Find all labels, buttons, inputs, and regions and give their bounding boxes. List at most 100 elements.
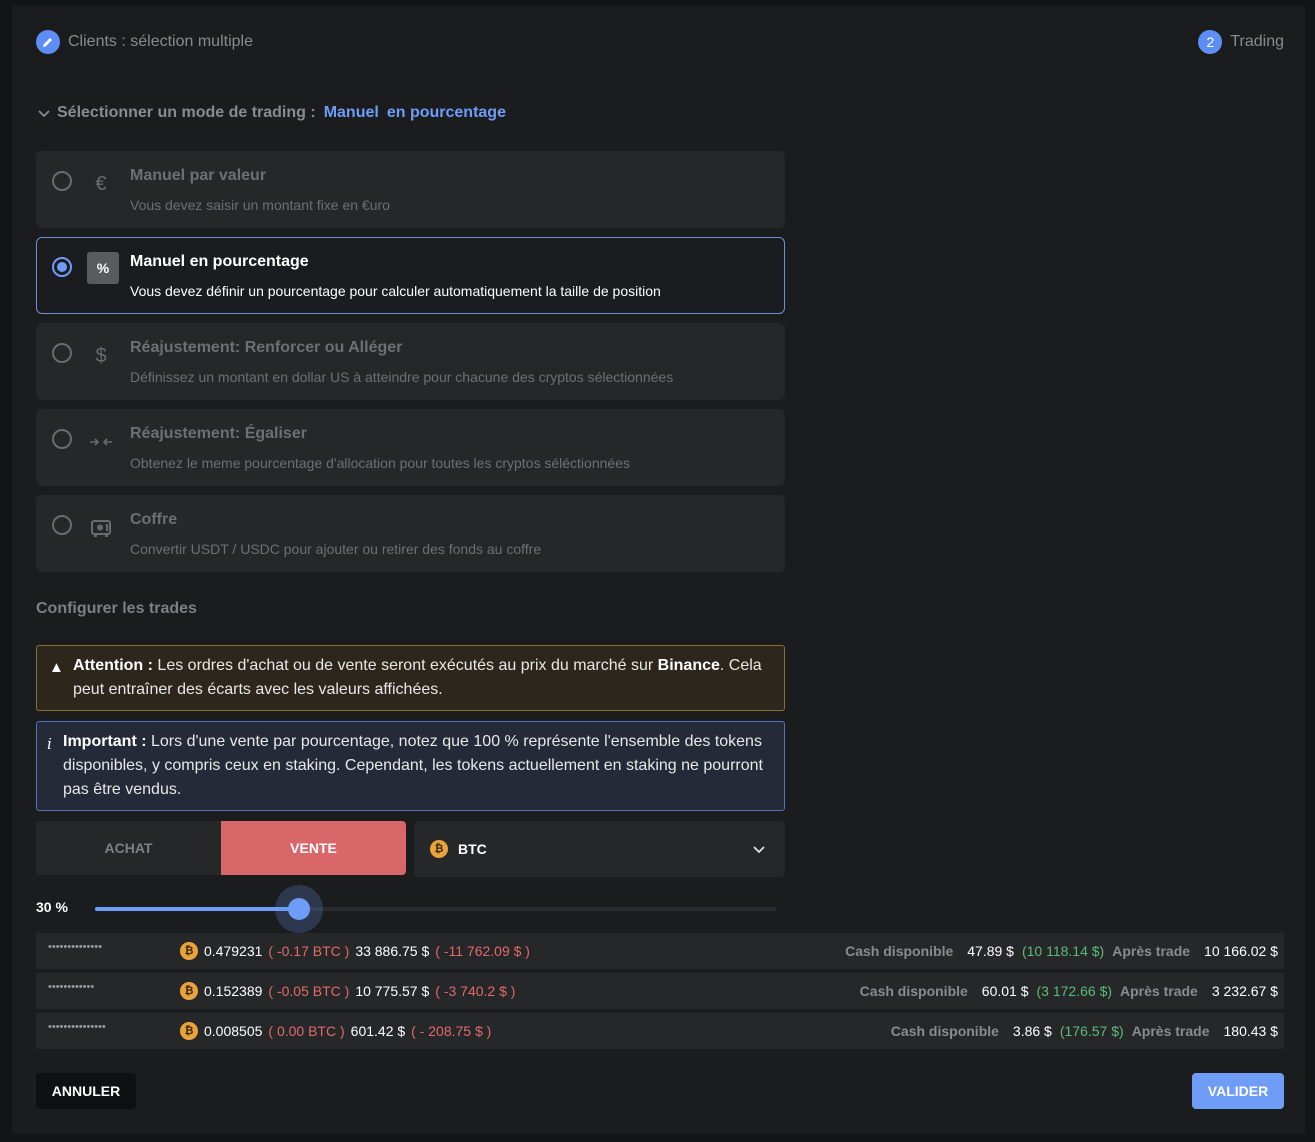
cash-info: Cash disponible 60.01 $ (3 172.66 $) Apr… — [860, 983, 1278, 999]
after-trade-label: Après trade — [1120, 983, 1198, 999]
option-rebalance-reinforce[interactable]: $ Réajustement: Renforcer ou Alléger Déf… — [36, 323, 785, 400]
position-info: ₿ 0.152389 ( -0.05 BTC ) 10 775.57 $ ( -… — [180, 982, 515, 1000]
step-clients[interactable]: Clients : sélection multiple — [36, 30, 253, 54]
sell-tab[interactable]: VENTE — [221, 821, 406, 875]
radio-button[interactable] — [52, 257, 72, 277]
quantity: 0.152389 — [204, 983, 263, 999]
value-delta: ( - 208.75 $ ) — [411, 1023, 492, 1039]
dollar-icon: $ — [95, 344, 107, 367]
cash-label: Cash disponible — [859, 983, 968, 999]
cash-delta: (3 172.66 $) — [1036, 983, 1113, 999]
cash-info: Cash disponible 47.89 $ (10 118.14 $) Ap… — [845, 943, 1278, 959]
option-desc: Définissez un montant en dollar US à att… — [130, 369, 674, 385]
info-text: Lors d'une vente par pourcentage, notez … — [63, 733, 763, 798]
warning-label: Attention : — [73, 657, 153, 674]
cash-info: Cash disponible 3.86 $ (176.57 $) Après … — [891, 1023, 1278, 1039]
after-trade-value: 10 166.02 $ — [1204, 943, 1278, 959]
option-title: Coffre — [130, 511, 178, 528]
selected-mode-b: en pourcentage — [386, 104, 506, 121]
table-row: •••••••••••••• ₿ 0.479231 ( -0.17 BTC ) … — [36, 933, 1284, 969]
after-trade-label: Après trade — [1131, 1023, 1210, 1039]
option-desc: Obtenez le meme pourcentage d'allocation… — [130, 455, 630, 471]
step-trading: 2 Trading — [1198, 30, 1284, 54]
exchange-name: Binance — [657, 657, 720, 674]
cash-value: 47.89 $ — [967, 943, 1014, 959]
option-title: Réajustement: Égaliser — [130, 425, 307, 442]
position-value: 33 886.75 $ — [355, 943, 430, 959]
table-row: •••••••••••• ₿ 0.152389 ( -0.05 BTC ) 10… — [36, 973, 1284, 1009]
radio-button[interactable] — [52, 343, 72, 363]
after-trade-value: 3 232.67 $ — [1211, 983, 1278, 999]
radio-button[interactable] — [52, 429, 72, 449]
client-name: •••••••••••• — [48, 981, 95, 993]
cash-delta: (10 118.14 $) — [1021, 943, 1105, 959]
quantity-delta: ( 0.00 BTC ) — [268, 1023, 345, 1039]
after-trade-label: Après trade — [1112, 943, 1191, 959]
pencil-icon — [36, 30, 60, 54]
client-name: •••••••••••••• — [48, 941, 102, 953]
position-info: ₿ 0.479231 ( -0.17 BTC ) 33 886.75 $ ( -… — [180, 942, 530, 960]
section-title: Configurer les trades — [36, 600, 197, 617]
bitcoin-icon: ₿ — [180, 942, 198, 960]
bitcoin-icon: ₿ — [180, 1022, 198, 1040]
option-desc: Vous devez saisir un montant fixe en €ur… — [130, 197, 390, 213]
option-manual-value[interactable]: € Manuel par valeur Vous devez saisir un… — [36, 151, 785, 228]
cancel-button[interactable]: ANNULER — [36, 1073, 136, 1109]
cash-value: 3.86 $ — [1012, 1023, 1052, 1039]
asset-symbol: BTC — [458, 841, 487, 857]
arrows-converge-icon — [87, 428, 115, 456]
option-title: Réajustement: Renforcer ou Alléger — [130, 339, 403, 356]
quantity: 0.479231 — [204, 943, 263, 959]
info-alert: i Important : Lors d'une vente par pourc… — [36, 721, 785, 811]
option-manual-percentage[interactable]: % Manuel en pourcentage Vous devez défin… — [36, 237, 785, 314]
option-desc: Vous devez définir un pourcentage pour c… — [130, 283, 661, 299]
chevron-down-icon — [38, 110, 50, 118]
after-trade-value: 180.43 $ — [1223, 1023, 1279, 1039]
chevron-down-icon — [753, 846, 765, 854]
buy-sell-toggle: ACHAT VENTE — [36, 821, 406, 875]
trading-mode-heading: Sélectionner un mode de trading : — [57, 104, 316, 121]
warning-alert: ▲ Attention : Les ordres d'achat ou de v… — [36, 645, 785, 711]
position-value: 10 775.57 $ — [355, 983, 430, 999]
option-title: Manuel par valeur — [130, 167, 267, 184]
buy-tab[interactable]: ACHAT — [36, 821, 221, 875]
table-row: ••••••••••••••• ₿ 0.008505 ( 0.00 BTC ) … — [36, 1013, 1284, 1049]
step-trading-label: Trading — [1230, 33, 1284, 50]
selected-mode-a: Manuel — [323, 104, 379, 121]
asset-select[interactable]: ₿ BTC — [414, 821, 785, 877]
cash-value: 60.01 $ — [981, 983, 1029, 999]
slider-fill — [95, 907, 300, 911]
position-info: ₿ 0.008505 ( 0.00 BTC ) 601.42 $ ( - 208… — [180, 1022, 491, 1040]
trading-mode-options: € Manuel par valeur Vous devez saisir un… — [36, 151, 785, 581]
cash-label: Cash disponible — [845, 943, 954, 959]
option-desc: Convertir USDT / USDC pour ajouter ou re… — [130, 541, 542, 557]
step-clients-label: Clients : sélection multiple — [68, 33, 253, 50]
euro-icon: € — [95, 172, 107, 195]
percent-icon: % — [87, 252, 119, 284]
warning-text: Les ordres d'achat ou de vente seront ex… — [152, 657, 658, 674]
percentage-slider[interactable] — [95, 885, 776, 933]
cash-label: Cash disponible — [890, 1023, 999, 1039]
quantity: 0.008505 — [204, 1023, 263, 1039]
validate-button[interactable]: VALIDER — [1192, 1073, 1284, 1109]
quantity-delta: ( -0.05 BTC ) — [268, 983, 350, 999]
radio-button[interactable] — [52, 515, 72, 535]
client-rows: •••••••••••••• ₿ 0.479231 ( -0.17 BTC ) … — [36, 933, 1284, 1053]
option-rebalance-equalize[interactable]: Réajustement: Égaliser Obtenez le meme p… — [36, 409, 785, 486]
bitcoin-icon: ₿ — [430, 840, 448, 858]
option-vault[interactable]: Coffre Convertir USDT / USDC pour ajoute… — [36, 495, 785, 572]
trading-mode-toggle[interactable]: Sélectionner un mode de trading : Manuel… — [36, 104, 506, 122]
percentage-label: 30 % — [36, 899, 68, 915]
step-number: 2 — [1198, 30, 1223, 54]
warning-icon: ▲ — [49, 659, 64, 676]
info-label: Important : — [63, 733, 147, 750]
option-title: Manuel en pourcentage — [130, 253, 309, 270]
radio-button[interactable] — [52, 171, 72, 191]
cash-delta: (176.57 $) — [1059, 1023, 1124, 1039]
safe-icon — [87, 514, 115, 542]
quantity-delta: ( -0.17 BTC ) — [268, 943, 350, 959]
client-name: ••••••••••••••• — [48, 1021, 106, 1033]
position-value: 601.42 $ — [350, 1023, 406, 1039]
info-icon: i — [47, 735, 52, 753]
bitcoin-icon: ₿ — [180, 982, 198, 1000]
